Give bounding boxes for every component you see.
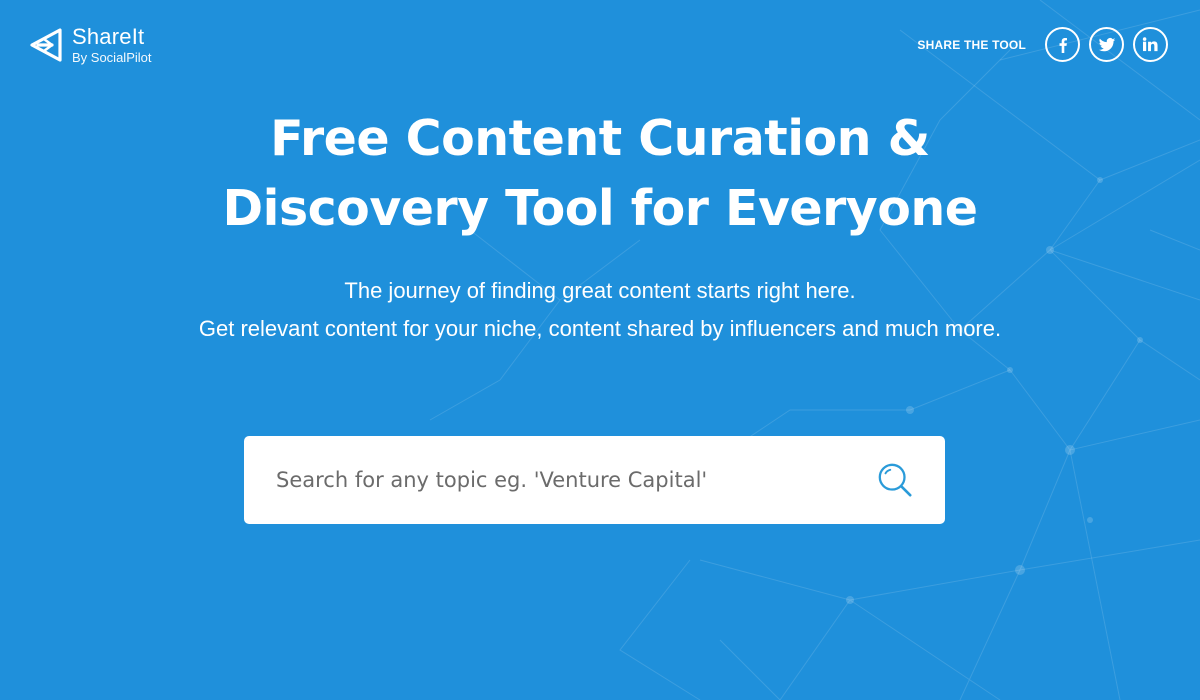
share-label: SHARE THE TOOL — [917, 37, 1026, 52]
twitter-icon — [1098, 37, 1115, 51]
hero-subtitle-line-2: Get relevant content for your niche, con… — [198, 316, 1002, 341]
share-tool-bar: SHARE THE TOOL — [917, 27, 1168, 62]
hero-title-line-2: Discovery Tool for Everyone — [222, 180, 978, 237]
hero-title-line-1: Free Content Curation & — [270, 110, 930, 167]
linkedin-icon — [1142, 37, 1158, 52]
brand-byline: By SocialPilot — [72, 50, 152, 65]
hero-subtitle: The journey of finding great content sta… — [0, 272, 1200, 348]
facebook-icon — [1059, 37, 1067, 53]
search-icon — [878, 463, 912, 497]
search-box — [244, 436, 945, 524]
search-input[interactable] — [244, 436, 875, 524]
search-button[interactable] — [875, 460, 915, 500]
linkedin-share-button[interactable] — [1133, 27, 1168, 62]
twitter-share-button[interactable] — [1089, 27, 1124, 62]
hero-subtitle-line-1: The journey of finding great content sta… — [344, 278, 856, 303]
brand-logo[interactable]: ShareIt By SocialPilot — [30, 26, 151, 64]
facebook-share-button[interactable] — [1045, 27, 1080, 62]
shareit-logo-icon — [30, 28, 62, 62]
brand-name: ShareIt — [72, 24, 145, 49]
brand-text: ShareIt By SocialPilot — [72, 24, 152, 65]
hero-title: Free Content Curation & Discovery Tool f… — [0, 104, 1200, 244]
